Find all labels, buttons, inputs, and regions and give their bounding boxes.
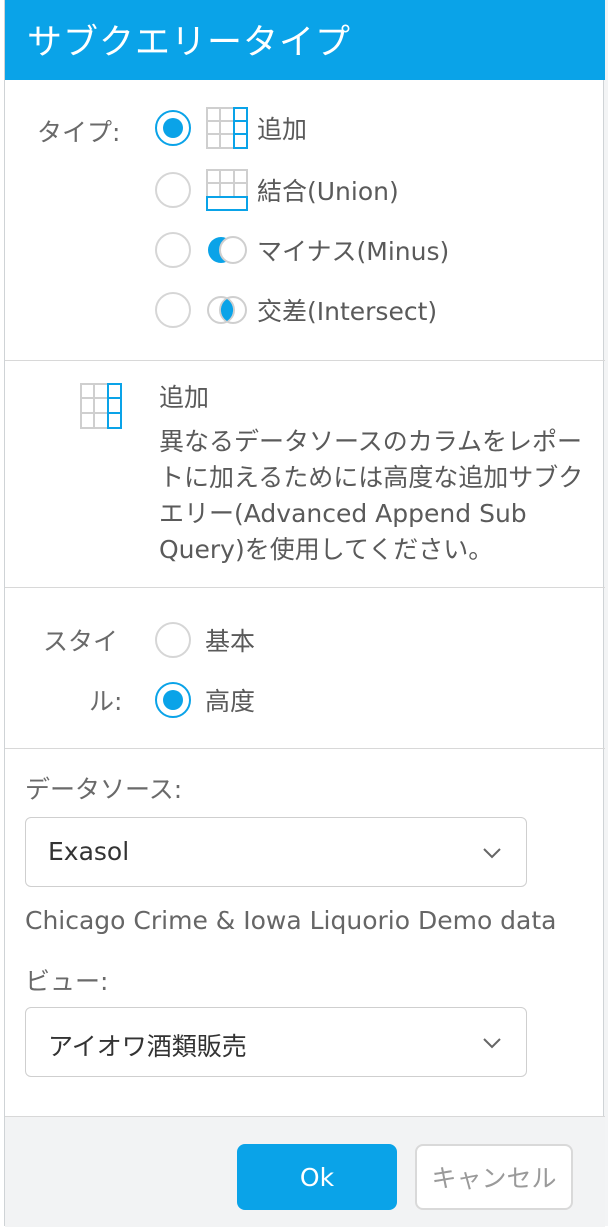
- style-option-advanced[interactable]: 高度: [155, 678, 255, 722]
- type-label: タイプ:: [37, 118, 121, 147]
- type-option-minus[interactable]: マイナス(Minus): [155, 228, 449, 272]
- type-intersect-radio[interactable]: [155, 292, 191, 328]
- style-advanced-radio[interactable]: [155, 682, 191, 718]
- view-value: アイオワ酒類販売: [48, 1032, 247, 1061]
- intersect-icon: [207, 296, 247, 324]
- description-title: 追加: [159, 383, 210, 412]
- minus-icon: [208, 236, 247, 264]
- style-section: スタイ ル: 基本 高度: [5, 588, 605, 749]
- view-select[interactable]: アイオワ酒類販売: [25, 1007, 527, 1077]
- type-append-label: 追加: [257, 115, 308, 144]
- datasource-value: Exasol: [48, 837, 130, 866]
- type-option-union[interactable]: 結合(Union): [155, 168, 399, 212]
- type-append-radio[interactable]: [155, 110, 191, 146]
- type-union-label: 結合(Union): [257, 177, 399, 206]
- union-icon: [206, 169, 248, 211]
- cancel-button[interactable]: キャンセル: [415, 1144, 573, 1210]
- type-option-intersect[interactable]: 交差(Intersect): [155, 288, 437, 332]
- datasource-select[interactable]: Exasol: [25, 817, 527, 887]
- dialog-footer: Ok キャンセル: [5, 1116, 605, 1227]
- type-option-append[interactable]: 追加: [155, 106, 307, 150]
- style-label-line1: スタイ: [43, 627, 119, 656]
- chevron-down-icon: [483, 848, 501, 859]
- type-union-radio[interactable]: [155, 172, 191, 208]
- description-text: 異なるデータソースのカラムをレポートに加えるためには高度な追加サブクエリー(Ad…: [159, 427, 584, 564]
- append-icon: [80, 383, 122, 429]
- view-label: ビュー:: [25, 967, 109, 996]
- type-minus-label: マイナス(Minus): [257, 237, 450, 266]
- ok-button[interactable]: Ok: [237, 1144, 397, 1210]
- style-advanced-label: 高度: [205, 687, 256, 716]
- chevron-down-icon: [483, 1038, 501, 1049]
- dialog-title: サブクエリータイプ: [27, 23, 352, 63]
- type-minus-radio[interactable]: [155, 232, 191, 268]
- style-option-basic[interactable]: 基本: [155, 618, 255, 662]
- append-icon: [206, 107, 248, 149]
- datasource-label: データソース:: [25, 775, 183, 804]
- type-intersect-label: 交差(Intersect): [257, 297, 438, 326]
- style-basic-label: 基本: [205, 627, 256, 656]
- datasource-description: Chicago Crime & Iowa Liquorio Demo data: [25, 906, 557, 935]
- style-label-line2: ル:: [89, 687, 123, 716]
- dialog-header: サブクエリータイプ: [5, 0, 605, 80]
- style-basic-radio[interactable]: [155, 622, 191, 658]
- type-section: タイプ: 追加 結合(Union) マイナス(Minus) 交差(Interse…: [5, 80, 605, 361]
- type-description: 追加 異なるデータソースのカラムをレポートに加えるためには高度な追加サブクエリー…: [159, 378, 599, 568]
- subquery-type-dialog: サブクエリータイプ タイプ: 追加 結合(Union) マイナス(Minus) …: [4, 0, 605, 1227]
